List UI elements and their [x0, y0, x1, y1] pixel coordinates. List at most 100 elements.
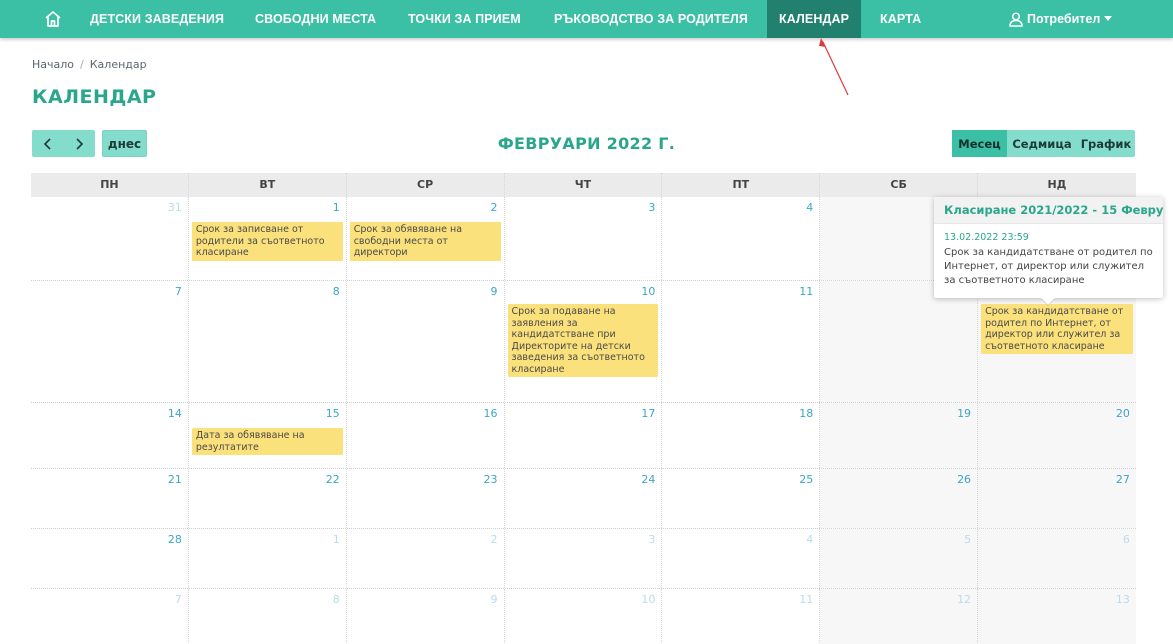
day-number[interactable]: 7 — [175, 593, 182, 606]
nav-tochki-za-priem[interactable]: ТОЧКИ ЗА ПРИЕМ — [408, 0, 521, 38]
day-cell[interactable]: 17 — [505, 403, 663, 468]
day-cell[interactable]: 8 — [189, 589, 347, 644]
day-number[interactable]: 11 — [799, 285, 813, 298]
day-cell[interactable]: 1 — [189, 529, 347, 588]
day-number[interactable]: 7 — [175, 285, 182, 298]
day-cell[interactable]: 18 — [662, 403, 821, 468]
day-number[interactable]: 16 — [484, 407, 498, 420]
day-number[interactable]: 5 — [964, 533, 971, 546]
day-number[interactable]: 8 — [333, 285, 340, 298]
day-cell[interactable]: 13 Срок за кандидатстване от родител по … — [978, 281, 1136, 402]
day-number[interactable]: 31 — [168, 201, 182, 214]
day-cell[interactable]: 2 Срок за обявяване на свободни места от… — [347, 197, 505, 280]
weekday-sun: НД — [1047, 178, 1067, 191]
day-number[interactable]: 12 — [957, 593, 971, 606]
day-number[interactable]: 28 — [168, 533, 182, 546]
day-cell[interactable]: 25 — [662, 469, 821, 528]
day-cell[interactable]: 7 — [31, 281, 189, 402]
day-number[interactable]: 2 — [491, 533, 498, 546]
nav-rakovodstvo[interactable]: РЪКОВОДСТВО ЗА РОДИТЕЛЯ — [554, 0, 748, 38]
day-cell[interactable]: 3 — [505, 529, 663, 588]
nav-svobodni-mesta[interactable]: СВОБОДНИ МЕСТА — [255, 0, 376, 38]
day-number[interactable]: 14 — [168, 407, 182, 420]
day-cell[interactable]: 3 — [505, 197, 663, 280]
day-cell[interactable]: 23 — [347, 469, 505, 528]
day-cell[interactable]: 16 — [347, 403, 505, 468]
day-cell[interactable]: 7 — [31, 589, 189, 644]
day-number[interactable]: 25 — [799, 473, 813, 486]
day-cell[interactable]: 31 — [31, 197, 189, 280]
day-cell[interactable]: 21 — [31, 469, 189, 528]
day-cell[interactable]: 8 — [189, 281, 347, 402]
day-number[interactable]: 1 — [333, 201, 340, 214]
day-number[interactable]: 23 — [484, 473, 498, 486]
day-cell[interactable]: 12 — [820, 281, 979, 402]
day-number[interactable]: 20 — [1116, 407, 1130, 420]
day-cell[interactable]: 11 — [662, 281, 821, 402]
day-number[interactable]: 17 — [641, 407, 655, 420]
nav-kalendar[interactable]: КАЛЕНДАР — [767, 0, 862, 38]
day-cell[interactable]: 9 — [347, 281, 505, 402]
day-number[interactable]: 27 — [1116, 473, 1130, 486]
day-number[interactable]: 8 — [333, 593, 340, 606]
day-number[interactable]: 4 — [806, 201, 813, 214]
day-number[interactable]: 10 — [641, 593, 655, 606]
day-cell[interactable]: 11 — [662, 589, 821, 644]
day-cell[interactable]: 26 — [820, 469, 979, 528]
calendar-event[interactable]: Срок за подаване на заявления за кандида… — [507, 304, 659, 377]
day-cell[interactable]: 19 — [820, 403, 979, 468]
day-number[interactable]: 4 — [806, 533, 813, 546]
user-label: Потребител — [1027, 12, 1101, 26]
calendar-event[interactable]: Срок за обявяване на свободни места от д… — [349, 222, 501, 261]
day-number[interactable]: 24 — [641, 473, 655, 486]
day-number[interactable]: 26 — [957, 473, 971, 486]
day-cell[interactable]: 10 Срок за подаване на заявления за канд… — [505, 281, 663, 402]
day-cell[interactable]: 4 — [662, 529, 821, 588]
calendar-event[interactable]: Срок за кандидатстване от родител по Инт… — [981, 304, 1133, 354]
popover-text: Срок за кандидатстване от родител по Инт… — [944, 247, 1153, 286]
user-menu[interactable]: Потребител — [1009, 0, 1113, 38]
breadcrumb-home[interactable]: Начало — [32, 58, 74, 71]
day-cell[interactable]: 10 — [505, 589, 663, 644]
home-icon[interactable] — [43, 9, 63, 29]
day-cell[interactable]: 9 — [347, 589, 505, 644]
day-cell[interactable]: 1 Срок за записване от родители за съотв… — [189, 197, 347, 280]
day-number[interactable]: 1 — [333, 533, 340, 546]
day-cell[interactable]: 4 — [662, 197, 821, 280]
day-cell[interactable]: 20 — [978, 403, 1136, 468]
day-number[interactable]: 9 — [491, 593, 498, 606]
day-number[interactable]: 18 — [799, 407, 813, 420]
nav-detski-zavedenia[interactable]: ДЕТСКИ ЗАВЕДЕНИЯ — [90, 0, 224, 38]
day-number[interactable]: 9 — [491, 285, 498, 298]
day-cell[interactable]: 24 — [505, 469, 663, 528]
day-number[interactable]: 2 — [491, 201, 498, 214]
view-week-button[interactable]: Седмица — [1007, 130, 1077, 157]
week-row: 7 8 9 10 11 12 13 — [31, 589, 1136, 644]
day-cell[interactable]: 12 — [820, 589, 979, 644]
day-number[interactable]: 6 — [1123, 533, 1130, 546]
week-row: 28 1 2 3 4 5 6 — [31, 529, 1136, 589]
day-cell[interactable]: 22 — [189, 469, 347, 528]
day-number[interactable]: 13 — [1116, 593, 1130, 606]
day-number[interactable]: 19 — [957, 407, 971, 420]
day-cell[interactable]: 14 — [31, 403, 189, 468]
day-cell[interactable]: 15 Дата за обявяване на резултатите — [189, 403, 347, 468]
day-number[interactable]: 3 — [648, 533, 655, 546]
day-number[interactable]: 21 — [168, 473, 182, 486]
calendar-event[interactable]: Дата за обявяване на резултатите — [191, 428, 343, 455]
calendar-event[interactable]: Срок за записване от родители за съответ… — [191, 222, 343, 261]
day-cell[interactable]: 28 — [31, 529, 189, 588]
day-cell[interactable]: 5 — [820, 529, 979, 588]
day-number[interactable]: 3 — [648, 201, 655, 214]
day-cell[interactable]: 2 — [347, 529, 505, 588]
nav-karta[interactable]: КАРТА — [880, 0, 921, 38]
day-cell[interactable]: 27 — [978, 469, 1136, 528]
day-cell[interactable]: 13 — [978, 589, 1136, 644]
day-cell[interactable]: 6 — [978, 529, 1136, 588]
day-number[interactable]: 10 — [641, 285, 655, 298]
view-schedule-button[interactable]: График — [1077, 130, 1135, 157]
day-number[interactable]: 22 — [326, 473, 340, 486]
day-number[interactable]: 15 — [326, 407, 340, 420]
day-number[interactable]: 11 — [799, 593, 813, 606]
view-month-button[interactable]: Месец — [952, 130, 1007, 157]
